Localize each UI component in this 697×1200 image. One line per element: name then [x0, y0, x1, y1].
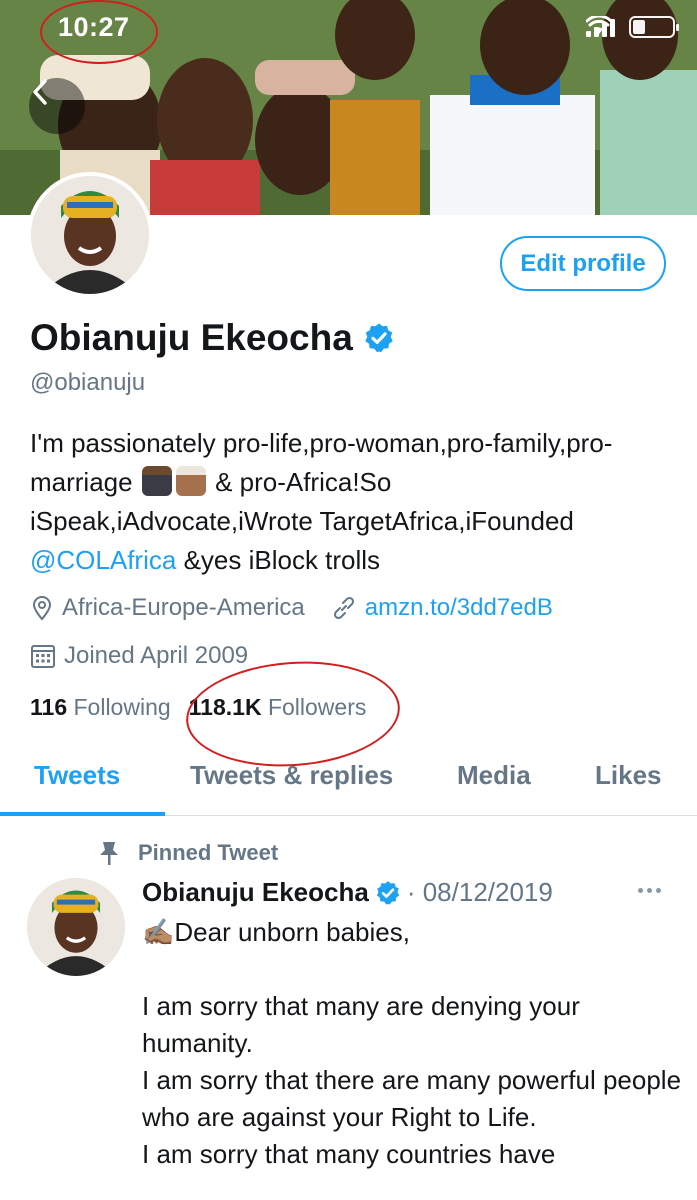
bio-text-3: &yes iBlock trolls [183, 545, 381, 575]
tab-tweets[interactable]: Tweets [34, 760, 120, 791]
joined-item: Joined April 2009 [30, 642, 248, 670]
tab-media[interactable]: Media [457, 760, 531, 791]
profile-name: Obianuju Ekeocha [30, 317, 353, 358]
profile-website-link[interactable]: amzn.to/3dd7edB [365, 594, 553, 622]
wifi-icon [586, 16, 612, 34]
verified-icon [376, 880, 399, 905]
back-button[interactable] [29, 78, 85, 134]
joined-row: Joined April 2009 [30, 642, 274, 670]
tweet-header: Obianuju Ekeocha · 08/12/2019 [142, 877, 553, 908]
following-label: Following [73, 694, 171, 720]
profile-avatar[interactable] [27, 172, 153, 298]
location-item: Africa-Europe-America [30, 594, 305, 622]
avatar-image [31, 176, 149, 294]
status-icons [586, 16, 679, 38]
profile-location: Africa-Europe-America [62, 594, 305, 621]
following-count: 116 [30, 694, 68, 720]
battery-icon [629, 16, 679, 38]
tweet-author[interactable]: Obianuju Ekeocha [142, 877, 369, 908]
chevron-left-icon [33, 79, 47, 105]
tweet-date[interactable]: · 08/12/2019 [407, 877, 553, 908]
groom-emoji-icon [141, 466, 172, 496]
tab-likes[interactable]: Likes [595, 760, 662, 791]
tweet-text: ✍🏽Dear unborn babies, I am sorry that ma… [142, 917, 682, 1169]
profile-joined: Joined April 2009 [64, 642, 249, 669]
location-icon [32, 596, 52, 621]
more-icon[interactable] [638, 888, 661, 893]
profile-meta-row: Africa-Europe-America amzn.to/3dd7edB [30, 594, 579, 622]
tweet-avatar-image [27, 878, 125, 976]
annotation-circle-time [40, 0, 158, 64]
website-item[interactable]: amzn.to/3dd7edB [331, 594, 553, 622]
tab-tweets-replies[interactable]: Tweets & replies [190, 760, 393, 791]
following-link[interactable]: 116 Following [30, 694, 171, 721]
calendar-icon [31, 645, 55, 668]
profile-name-row: Obianuju Ekeocha [30, 317, 395, 359]
verified-icon [365, 323, 393, 353]
bride-emoji-icon [175, 466, 206, 496]
profile-tabs: Tweets Tweets & replies Media Likes [0, 740, 697, 816]
pinned-label: Pinned Tweet [138, 840, 279, 865]
tweet-avatar[interactable] [27, 878, 125, 976]
link-icon [333, 596, 354, 620]
edit-profile-button[interactable]: Edit profile [500, 236, 666, 291]
profile-handle: @obianuju [30, 369, 146, 396]
pinned-label-row: Pinned Tweet [98, 840, 278, 866]
active-tab-indicator [0, 812, 165, 816]
pin-icon [100, 842, 118, 865]
bio-mention-link[interactable]: @COLAfrica [30, 545, 176, 575]
profile-bio: I'm passionately pro-life,pro-woman,pro-… [30, 424, 670, 580]
